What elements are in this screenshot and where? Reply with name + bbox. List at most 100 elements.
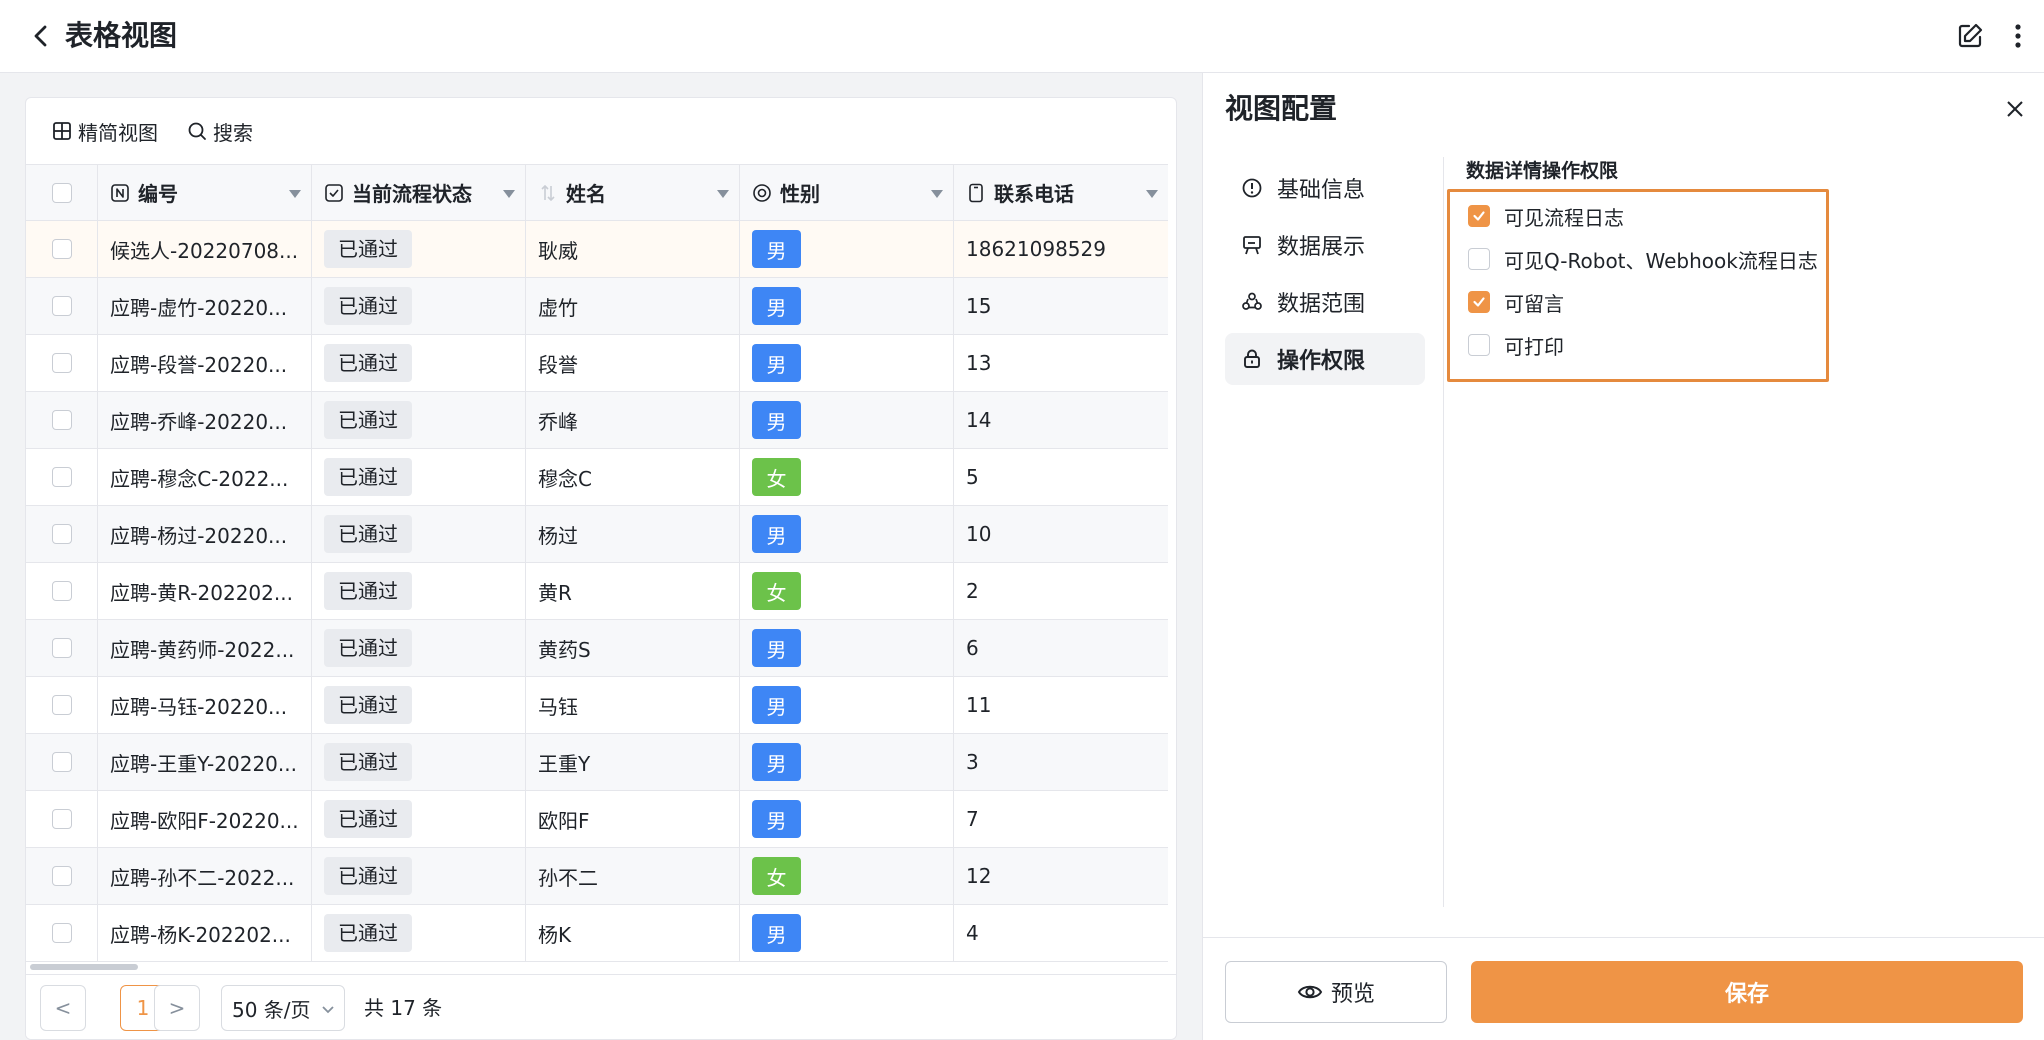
cell-id: 应聘-穆念C-2022...: [98, 449, 312, 505]
permission-checkbox[interactable]: [1468, 334, 1490, 356]
table-row[interactable]: 应聘-穆念C-2022... 已通过 穆念C 女 5: [26, 449, 1168, 506]
table-row[interactable]: 应聘-黄药师-2022... 已通过 黄药S 男 6: [26, 620, 1168, 677]
row-checkbox[interactable]: [51, 752, 72, 772]
row-checkbox[interactable]: [51, 809, 72, 829]
row-checkbox[interactable]: [51, 410, 72, 430]
permission-checkbox[interactable]: [1468, 205, 1490, 227]
gender-tag: 男: [752, 743, 801, 781]
row-checkbox[interactable]: [51, 296, 72, 316]
row-checkbox[interactable]: [51, 467, 72, 487]
select-all-checkbox[interactable]: [51, 182, 72, 203]
status-tag: 已通过: [324, 629, 412, 667]
gender-tag: 男: [752, 515, 801, 553]
cell-id: 应聘-杨K-202202...: [98, 905, 312, 961]
nav-item-data-scope[interactable]: 数据范围: [1225, 276, 1425, 328]
preview-label: 预览: [1330, 982, 1375, 1007]
column-header-label: 编号: [138, 182, 178, 206]
permission-checkbox[interactable]: [1468, 291, 1490, 313]
cell-status: 已通过: [312, 449, 526, 505]
cell-gender: 男: [740, 278, 954, 334]
chevron-down-icon: [322, 1006, 334, 1014]
column-menu-caret-icon[interactable]: [503, 190, 515, 198]
cell-phone: 18621098529: [954, 221, 1168, 277]
column-header-label: 联系电话: [994, 182, 1074, 206]
cell-status: 已通过: [312, 905, 526, 961]
table-row[interactable]: 应聘-王重Y-20220... 已通过 王重Y 男 3: [26, 734, 1168, 791]
lock-icon: [1244, 349, 1260, 368]
table-row[interactable]: 应聘-虚竹-20220... 已通过 虚竹 男 15: [26, 278, 1168, 335]
cell-gender: 女: [740, 449, 954, 505]
permission-view-flow-log[interactable]: 可见流程日志: [1468, 201, 1624, 231]
header-select-cell: [26, 165, 98, 220]
cell-name: 虚竹: [526, 278, 740, 334]
gender-tag: 男: [752, 629, 801, 667]
row-checkbox[interactable]: [51, 581, 72, 601]
cell-status: 已通过: [312, 677, 526, 733]
permission-comment[interactable]: 可留言: [1468, 287, 1564, 317]
permission-view-robot-webhook-log[interactable]: 可见Q-Robot、Webhook流程日志: [1468, 244, 1818, 274]
table-row[interactable]: 应聘-段誉-20220... 已通过 段誉 男 13: [26, 335, 1168, 392]
next-page-button[interactable]: >: [154, 985, 200, 1031]
table-row[interactable]: 应聘-杨过-20220... 已通过 杨过 男 10: [26, 506, 1168, 563]
page-size-select[interactable]: 50 条/页: [221, 985, 345, 1031]
edit-icon[interactable]: [1954, 20, 1986, 52]
preview-button[interactable]: 预览: [1225, 961, 1447, 1023]
column-menu-caret-icon[interactable]: [289, 190, 301, 198]
column-menu-caret-icon[interactable]: [1146, 190, 1158, 198]
column-menu-caret-icon[interactable]: [717, 190, 729, 198]
cell-status: 已通过: [312, 392, 526, 448]
cell-phone: 10: [954, 506, 1168, 562]
table-row[interactable]: 候选人-20220708... 已通过 耿威 男 18621098529: [26, 221, 1168, 278]
permission-checkbox[interactable]: [1468, 248, 1490, 270]
table-row[interactable]: 应聘-乔峰-20220... 已通过 乔峰 男 14: [26, 392, 1168, 449]
row-checkbox[interactable]: [51, 239, 72, 259]
cell-phone-text: 5: [966, 465, 979, 489]
save-button[interactable]: 保存: [1471, 961, 2023, 1023]
row-checkbox[interactable]: [51, 353, 72, 373]
column-header-gender[interactable]: 性别: [740, 165, 954, 220]
cell-name-text: 乔峰: [538, 409, 578, 434]
column-header-name[interactable]: 姓名: [526, 165, 740, 220]
chevron-left-icon[interactable]: [26, 18, 56, 54]
cell-id-text: 应聘-段誉-20220...: [110, 352, 288, 377]
row-checkbox[interactable]: [51, 524, 72, 544]
column-header-status[interactable]: 当前流程状态: [312, 165, 526, 220]
row-checkbox[interactable]: [51, 866, 72, 886]
cell-name: 黄R: [526, 563, 740, 619]
column-header-id[interactable]: 编号: [98, 165, 312, 220]
row-checkbox[interactable]: [51, 638, 72, 658]
total-count: 共 17 条: [364, 996, 443, 1020]
row-checkbox[interactable]: [51, 695, 72, 715]
column-header-phone[interactable]: 联系电话: [954, 165, 1168, 220]
cell-phone-text: 11: [966, 693, 992, 717]
gender-tag: 男: [752, 344, 801, 382]
row-select-cell: [26, 848, 98, 904]
table-row[interactable]: 应聘-孙不二-2022... 已通过 孙不二 女 12: [26, 848, 1168, 905]
permission-print[interactable]: 可打印: [1468, 330, 1564, 360]
more-vertical-icon[interactable]: [2006, 20, 2030, 52]
table-row[interactable]: 应聘-黄R-202202... 已通过 黄R 女 2: [26, 563, 1168, 620]
row-checkbox[interactable]: [51, 923, 72, 943]
close-icon[interactable]: [2003, 97, 2027, 121]
nav-item-data-display[interactable]: 数据展示: [1225, 219, 1425, 271]
search-button[interactable]: 搜索: [187, 115, 253, 147]
table-row[interactable]: 应聘-欧阳F-20220... 已通过 欧阳F 男 7: [26, 791, 1168, 848]
permission-label: 可打印: [1504, 334, 1564, 359]
table-row[interactable]: 应聘-杨K-202202... 已通过 杨K 男 4: [26, 905, 1168, 962]
cell-name-text: 孙不二: [538, 865, 598, 890]
status-tag: 已通过: [324, 287, 412, 325]
status-check-icon: [325, 183, 343, 202]
cell-id: 应聘-乔峰-20220...: [98, 392, 312, 448]
info-circle-icon: [1242, 178, 1262, 198]
horizontal-scrollbar[interactable]: [30, 964, 138, 970]
table-row[interactable]: 应聘-马钰-20220... 已通过 马钰 男 11: [26, 677, 1168, 734]
nav-item-permissions[interactable]: 操作权限: [1225, 333, 1425, 385]
cell-phone-text: 2: [966, 579, 979, 603]
cell-id-text: 应聘-王重Y-20220...: [110, 751, 297, 776]
compact-view-button[interactable]: 精简视图: [52, 115, 158, 147]
prev-page-button[interactable]: <: [40, 985, 86, 1031]
column-menu-caret-icon[interactable]: [931, 190, 943, 198]
check-icon: [1473, 211, 1485, 221]
nav-item-basic-info[interactable]: 基础信息: [1225, 162, 1425, 214]
cell-id: 候选人-20220708...: [98, 221, 312, 277]
